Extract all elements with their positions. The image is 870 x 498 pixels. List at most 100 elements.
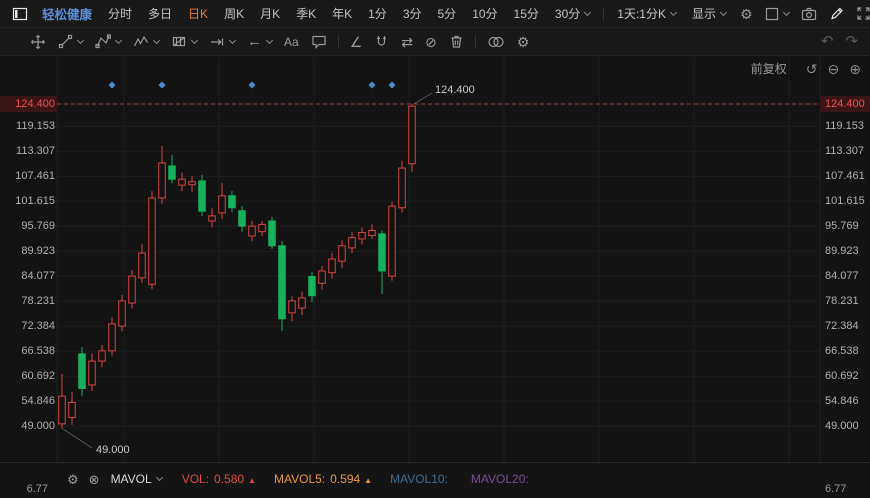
chevron-down-icon: [266, 36, 273, 43]
chart-plot[interactable]: [0, 57, 870, 462]
tab-季K[interactable]: 季K: [288, 5, 324, 22]
tab-多日[interactable]: 多日: [140, 5, 180, 22]
indicator-close-icon[interactable]: ⊗: [84, 473, 105, 486]
chevron-down-icon: [584, 8, 591, 15]
tab-15分[interactable]: 15分: [506, 5, 547, 22]
chart-controls: 前复权 ↺ ⊖ ⊕: [751, 60, 866, 77]
price-axis-label: 107.461: [0, 168, 55, 184]
zoom-in-icon[interactable]: ⊕: [844, 62, 866, 76]
drawing-toolbar: ← Aa ∠ ⇄ ⊘ ⚙ ↶ ↷: [0, 28, 870, 56]
tab-月K[interactable]: 月K: [252, 5, 288, 22]
wave-tool-icon[interactable]: [127, 34, 165, 49]
volume-axis-label-right: 6.77: [825, 483, 846, 495]
trendline-tool-icon[interactable]: [52, 34, 89, 49]
tab-日K[interactable]: 日K: [180, 5, 216, 22]
chevron-down-icon: [720, 8, 727, 15]
event-marker-icon[interactable]: [109, 82, 116, 89]
delete-drawings-icon[interactable]: [443, 34, 470, 49]
price-axis-label: 54.846: [825, 393, 870, 409]
settings-gear-icon[interactable]: ⚙: [734, 7, 759, 21]
chart-style-button[interactable]: [759, 7, 795, 21]
price-axis-label: 113.307: [0, 143, 55, 159]
price-axis-label: 72.384: [0, 318, 55, 334]
indicator-item: MAVOL5:0.594▲: [274, 472, 372, 486]
fullscreen-icon[interactable]: [850, 6, 870, 21]
price-axis-label: 60.692: [0, 368, 55, 384]
price-axis-label: 107.461: [825, 168, 870, 184]
price-axis-label: 124.400: [0, 96, 57, 112]
price-axis-label: 60.692: [825, 368, 870, 384]
event-marker-icon[interactable]: [249, 82, 256, 89]
move-tool-icon[interactable]: [24, 34, 52, 50]
price-axis-label: 124.400: [820, 96, 870, 112]
price-axis-label: 49.000: [0, 418, 55, 434]
history-controls: ↶ ↷: [815, 34, 864, 49]
price-axis-label: 113.307: [825, 143, 870, 159]
window-panel-icon[interactable]: [6, 6, 34, 22]
high-price-annotation: 124.400: [435, 84, 475, 96]
replay-swap-icon[interactable]: ⇄: [395, 35, 419, 49]
pattern-tool-icon[interactable]: [165, 34, 203, 49]
interval-selector[interactable]: 1天:1分K: [609, 5, 684, 22]
price-axis-label: 89.923: [825, 243, 870, 259]
divider: [475, 35, 476, 49]
arrow-tool-icon[interactable]: ←: [241, 34, 278, 49]
tab-30分[interactable]: 30分: [547, 5, 598, 22]
price-axis-label: 54.846: [0, 393, 55, 409]
drawing-settings-gear-icon[interactable]: ⚙: [511, 35, 536, 49]
tab-年K[interactable]: 年K: [324, 5, 360, 22]
chevron-down-icon: [229, 36, 236, 43]
event-marker-icon[interactable]: [159, 82, 166, 89]
indicator-item: MAVOL10:: [390, 472, 453, 486]
top-toolbar: 轻松健康 分时多日日K周K月K季K年K1分3分5分10分15分30分 1天:1分…: [0, 0, 870, 28]
adjustment-mode-button[interactable]: 前复权: [751, 60, 787, 77]
display-menu[interactable]: 显示: [684, 5, 734, 22]
indicator-selector[interactable]: MAVOL: [111, 472, 162, 486]
price-axis-label: 78.231: [825, 293, 870, 309]
polygon-tool-icon[interactable]: [89, 34, 127, 49]
chevron-down-icon: [115, 36, 122, 43]
tab-1分[interactable]: 1分: [360, 5, 395, 22]
candlestick-chart[interactable]: 前复权 ↺ ⊖ ⊕ 124.400 49.000 124.400 124.400 1…: [0, 57, 870, 462]
hide-drawings-icon[interactable]: ⊘: [419, 35, 443, 49]
text-tool-icon[interactable]: Aa: [278, 36, 305, 48]
zoom-out-icon[interactable]: ⊖: [823, 62, 845, 76]
undo-icon[interactable]: ↶: [815, 34, 840, 49]
volume-pane: ⚙ ⊗ MAVOL VOL:0.580▲ MAVOL5:0.594▲ MAVOL10…: [0, 462, 870, 498]
tab-分时[interactable]: 分时: [100, 5, 140, 22]
price-axis-label: 49.000: [825, 418, 870, 434]
price-axis-label: 101.615: [825, 193, 870, 209]
tab-5分[interactable]: 5分: [430, 5, 465, 22]
angle-tool-icon[interactable]: ∠: [344, 35, 369, 49]
chevron-down-icon: [191, 36, 198, 43]
price-axis-label: 89.923: [0, 243, 55, 259]
tab-3分[interactable]: 3分: [395, 5, 430, 22]
volume-axis-label-left: 6.77: [0, 483, 48, 495]
stock-symbol[interactable]: 轻松健康: [34, 4, 100, 23]
pencil-edit-icon[interactable]: [823, 6, 850, 21]
magnet-tool-icon[interactable]: [368, 34, 395, 49]
indicator-legend: ⚙ ⊗ MAVOL VOL:0.580▲ MAVOL5:0.594▲ MAVOL10…: [0, 467, 870, 491]
price-axis-label: 119.153: [0, 118, 55, 134]
restore-view-icon[interactable]: ↺: [801, 62, 823, 76]
price-axis-label: 66.538: [825, 343, 870, 359]
indicator-item: MAVOL20:: [471, 472, 534, 486]
event-marker-icon[interactable]: [389, 82, 396, 89]
measure-tool-icon[interactable]: [203, 35, 241, 49]
price-axis-label: 119.153: [825, 118, 870, 134]
chevron-down-icon: [153, 36, 160, 43]
camera-icon[interactable]: [795, 6, 823, 22]
timeframe-tabs: 分时多日日K周K月K季K年K1分3分5分10分15分30分: [100, 5, 598, 22]
tab-周K[interactable]: 周K: [216, 5, 252, 22]
redo-icon[interactable]: ↷: [839, 34, 864, 49]
tab-10分[interactable]: 10分: [464, 5, 505, 22]
price-axis-label: 101.615: [0, 193, 55, 209]
overlay-circles-icon[interactable]: [481, 35, 511, 49]
chevron-down-icon: [782, 8, 789, 15]
comment-tool-icon[interactable]: [305, 34, 333, 49]
indicator-settings-gear-icon[interactable]: ⚙: [62, 473, 84, 486]
indicator-item: VOL:0.580▲: [182, 472, 256, 486]
divider: [603, 7, 604, 21]
price-axis-label: 84.077: [825, 268, 870, 284]
event-marker-icon[interactable]: [369, 82, 376, 89]
